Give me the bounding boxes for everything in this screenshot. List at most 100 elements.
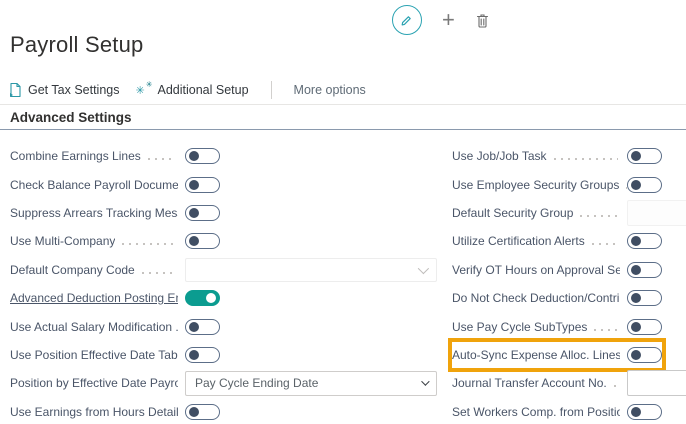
field-label: Use Earnings from Hours Detail: [10, 405, 178, 419]
field-row: Use Actual Salary Modification ...: [10, 312, 437, 340]
field-label: Use Employee Security Groups: [452, 178, 619, 192]
field-label: Default Company Code: [10, 263, 135, 277]
toggle-knob: [206, 293, 216, 303]
field-label-zone: Default Company Code: [10, 263, 185, 277]
field-row: Use Multi-Company: [10, 227, 437, 255]
toggle-verify-ot-hours-on-approval-sel[interactable]: [627, 262, 662, 278]
field-row: Use Position Effective Date Table: [10, 341, 437, 369]
toggle-knob: [631, 180, 641, 190]
toggle-do-not-check-deduction-contri[interactable]: [627, 290, 662, 306]
field-label-zone: Use Earnings from Hours Detail: [10, 405, 185, 419]
toggle-knob: [189, 151, 199, 161]
field-label-zone: Use Job/Job Task: [452, 149, 627, 163]
field-label: Use Multi-Company: [10, 234, 115, 248]
plus-icon[interactable]: +: [442, 9, 455, 31]
dotted-leader: [122, 243, 176, 245]
section-rule: [0, 129, 686, 130]
toggle-utilize-certification-alerts[interactable]: [627, 233, 662, 249]
toggle-check-balance-payroll-document[interactable]: [185, 177, 220, 193]
document-arrow-icon: [8, 82, 22, 98]
toggle-knob: [189, 208, 199, 218]
field-row: Utilize Certification Alerts: [452, 227, 686, 255]
field-row: Use Job/Job Task: [452, 142, 686, 170]
dotted-leader: [592, 243, 618, 245]
input-default-security-group[interactable]: [627, 200, 686, 226]
trash-icon[interactable]: [475, 12, 490, 29]
field-label-zone: Check Balance Payroll Document: [10, 178, 185, 192]
field-label-zone: Use Employee Security Groups: [452, 178, 627, 192]
toggle-use-pay-cycle-subtypes[interactable]: [627, 319, 662, 335]
additional-setup-button[interactable]: ✳✳ Additional Setup: [136, 82, 249, 98]
toggle-use-employee-security-groups[interactable]: [627, 177, 662, 193]
toggle-combine-earnings-lines[interactable]: [185, 148, 220, 164]
field-row: Journal Transfer Account No.: [452, 369, 686, 397]
field-label: Check Balance Payroll Document: [10, 178, 178, 192]
toggle-set-workers-comp-from-positio[interactable]: [627, 404, 662, 420]
field-label-zone: Use Actual Salary Modification ...: [10, 320, 185, 334]
field-label-zone: Default Security Group: [452, 206, 627, 220]
select-position-by-effective-date-payrol[interactable]: Pay Cycle Ending Date: [185, 371, 437, 396]
field-row: Verify OT Hours on Approval Sel...: [452, 256, 686, 284]
combobox-default-company-code[interactable]: [185, 258, 437, 282]
field-row: Auto-Sync Expense Alloc. Lines: [452, 341, 686, 369]
field-label-zone: Utilize Certification Alerts: [452, 234, 627, 248]
toolbar-divider: [0, 104, 686, 105]
field-highlight-ring: Auto-Sync Expense Alloc. Lines: [452, 342, 662, 368]
input-journal-transfer-account-no[interactable]: [627, 370, 686, 396]
field-label: Advanced Deduction Posting En...: [10, 291, 178, 305]
field-label-zone: Use Multi-Company: [10, 234, 185, 248]
toggle-auto-sync-expense-alloc-lines[interactable]: [627, 347, 662, 363]
toggle-knob: [189, 350, 199, 360]
field-label: Verify OT Hours on Approval Sel...: [452, 263, 620, 277]
toggle-use-multi-company[interactable]: [185, 233, 220, 249]
field-label-zone: Advanced Deduction Posting En...: [10, 291, 185, 305]
field-row: Combine Earnings Lines: [10, 142, 437, 170]
toolbar-separator: [271, 81, 272, 99]
field-label: Suppress Arrears Tracking Mess...: [10, 206, 178, 220]
field-row: Use Earnings from Hours Detail: [10, 398, 437, 424]
section-heading: Advanced Settings: [10, 110, 132, 125]
field-label: Utilize Certification Alerts: [452, 234, 585, 248]
dotted-leader: [148, 158, 176, 160]
field-label-zone: Verify OT Hours on Approval Sel...: [452, 263, 627, 277]
page-title: Payroll Setup: [10, 32, 143, 58]
toggle-use-actual-salary-modification[interactable]: [185, 319, 220, 335]
field-label-zone: Do Not Check Deduction/Contri...: [452, 291, 627, 305]
field-row: Advanced Deduction Posting En...: [10, 284, 437, 312]
toggle-use-position-effective-date-table[interactable]: [185, 347, 220, 363]
toggle-use-job-job-task[interactable]: [627, 148, 662, 164]
toggle-knob: [631, 293, 641, 303]
dotted-leader: [580, 215, 618, 217]
edit-pencil-icon[interactable]: [392, 5, 422, 35]
command-toolbar: Get Tax Settings ✳✳ Additional Setup Mor…: [8, 79, 686, 101]
top-action-bar: +: [392, 5, 490, 35]
field-row: Check Balance Payroll Document: [10, 170, 437, 198]
toggle-knob: [631, 322, 641, 332]
field-label-zone: Use Pay Cycle SubTypes: [452, 320, 627, 334]
field-label: Use Job/Job Task: [452, 149, 547, 163]
field-label-zone: Auto-Sync Expense Alloc. Lines: [452, 348, 627, 362]
dotted-leader: [614, 385, 620, 387]
field-row: Use Pay Cycle SubTypes: [452, 312, 686, 340]
more-options-button[interactable]: More options: [294, 83, 366, 97]
field-label-zone: Journal Transfer Account No.: [452, 376, 627, 390]
toggle-suppress-arrears-tracking-mess[interactable]: [185, 205, 220, 221]
field-label: Combine Earnings Lines: [10, 149, 141, 163]
get-tax-settings-button[interactable]: Get Tax Settings: [8, 82, 120, 98]
field-label-zone: Set Workers Comp. from Positio...: [452, 405, 627, 419]
field-row: Default Company Code: [10, 256, 437, 284]
toggle-knob: [189, 407, 199, 417]
field-label-zone: Use Position Effective Date Table: [10, 348, 185, 362]
toggle-knob: [631, 350, 641, 360]
toolbar-item-label: Get Tax Settings: [28, 83, 120, 97]
toggle-knob: [631, 236, 641, 246]
field-label: Journal Transfer Account No.: [452, 376, 607, 390]
field-row: Default Security Group: [452, 199, 686, 227]
fields-column-left: Combine Earnings Lines Check Balance Payr…: [10, 142, 437, 424]
toggle-use-earnings-from-hours-detail[interactable]: [185, 404, 220, 420]
chevron-down-icon: [418, 263, 429, 274]
toggle-advanced-deduction-posting-en[interactable]: [185, 290, 220, 306]
field-row: Do Not Check Deduction/Contri...: [452, 284, 686, 312]
field-label: Use Position Effective Date Table: [10, 348, 178, 362]
plus-glyph: +: [442, 9, 455, 31]
